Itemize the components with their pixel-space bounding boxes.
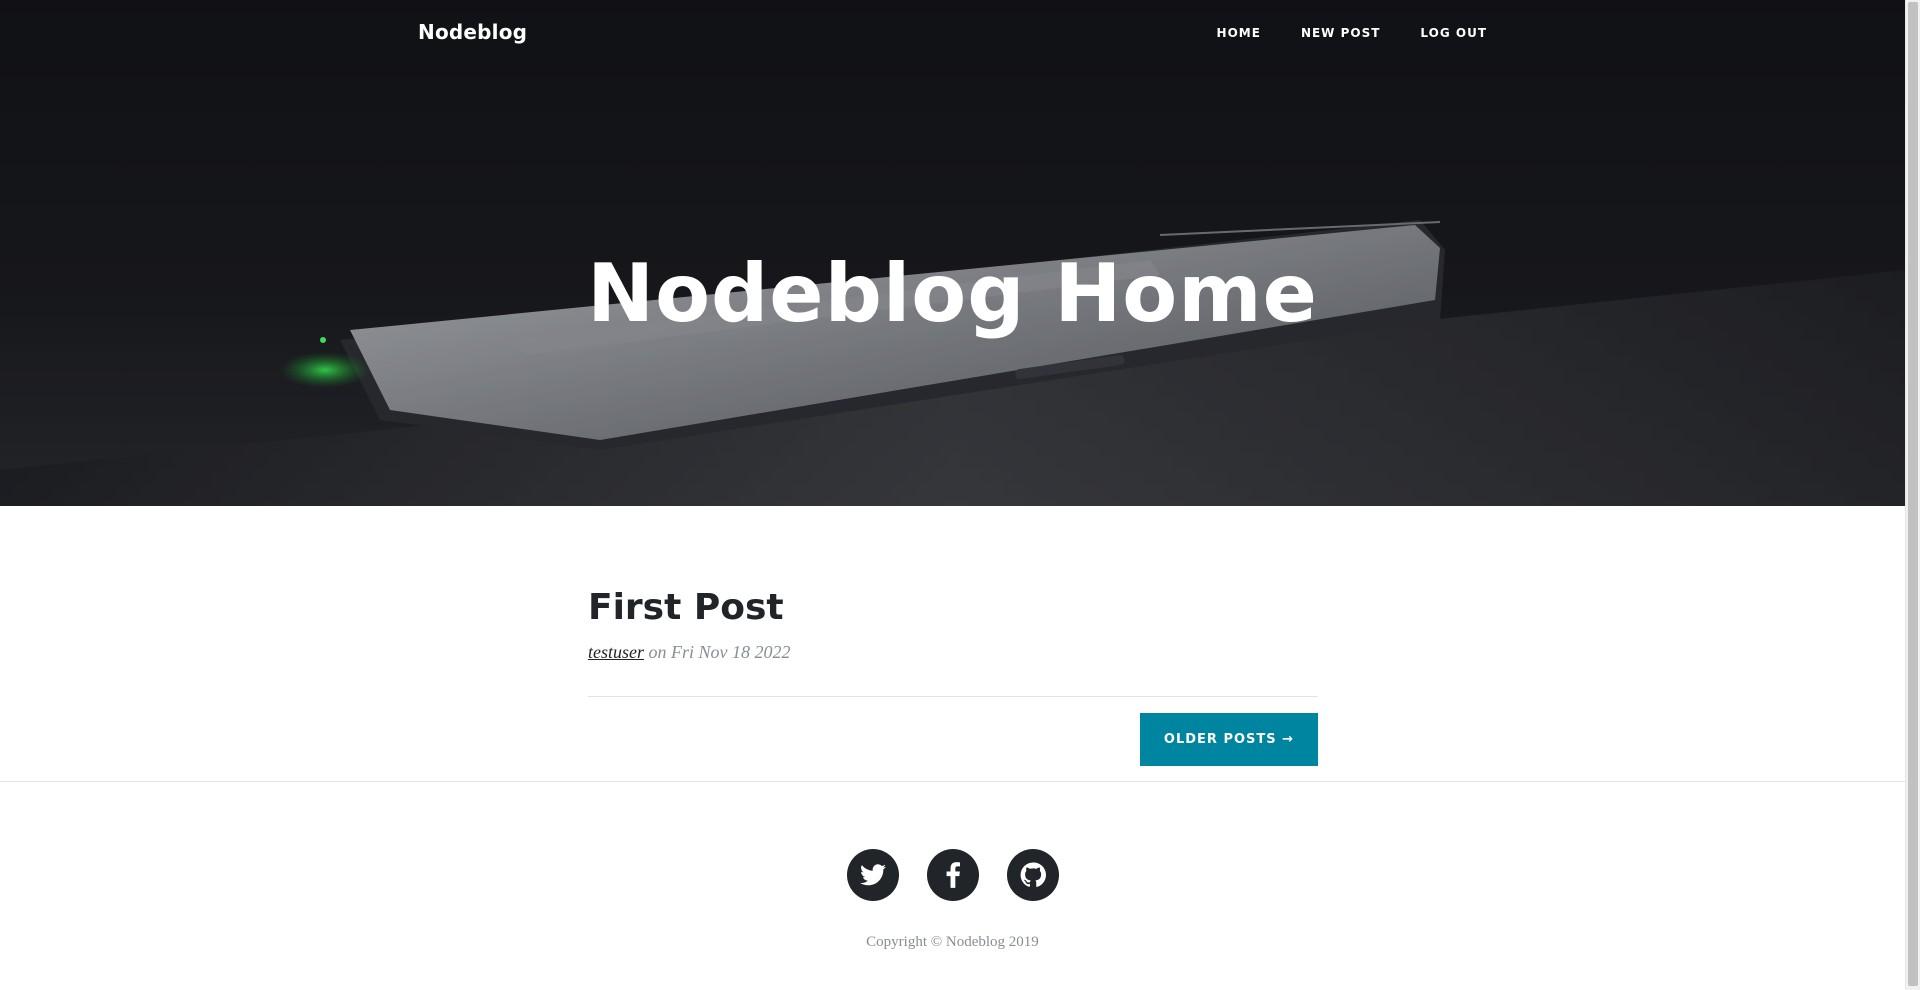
main-content: First Post testuser on Fri Nov 18 2022 O… [588,506,1318,766]
github-icon[interactable] [1006,849,1059,901]
nav-new-post-link[interactable]: NEW POST [1281,26,1400,40]
nav-log-out-link[interactable]: LOG OUT [1400,26,1487,40]
post-title[interactable]: First Post [588,588,1318,628]
nav-home-link[interactable]: HOME [1197,26,1281,40]
nav-links: HOME NEW POST LOG OUT [1197,26,1487,40]
scrollbar-thumb[interactable] [1908,2,1918,986]
post-divider [588,696,1318,697]
site-heading: Nodeblog Home [587,246,1318,340]
masthead: Nodeblog HOME NEW POST LOG OUT Nodeblog … [0,0,1905,506]
twitter-icon[interactable] [846,849,899,901]
page: Nodeblog HOME NEW POST LOG OUT Nodeblog … [0,0,1905,990]
navbar: Nodeblog HOME NEW POST LOG OUT [0,0,1905,70]
older-posts-button[interactable]: OLDER POSTS → [1140,713,1318,766]
facebook-icon[interactable] [926,849,979,901]
footer-divider [0,781,1905,782]
vertical-scrollbar[interactable] [1905,0,1920,990]
post-meta: testuser on Fri Nov 18 2022 [588,642,1318,663]
social-links [0,849,1905,901]
copyright-text: Copyright © Nodeblog 2019 [866,934,1039,950]
brand-link[interactable]: Nodeblog [418,20,527,44]
post-meta-connector: on [648,641,667,662]
post-date: Fri Nov 18 2022 [671,641,791,662]
post-author-link[interactable]: testuser [588,642,644,662]
post-preview: First Post testuser on Fri Nov 18 2022 [588,506,1318,663]
